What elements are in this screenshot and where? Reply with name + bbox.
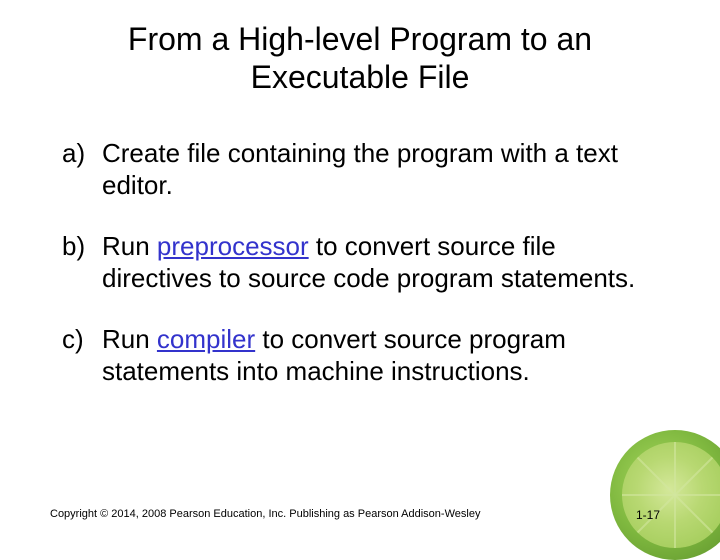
list-marker: a)	[60, 137, 102, 202]
text-part: Run	[102, 231, 157, 261]
text-part: Run	[102, 324, 157, 354]
link-text: compiler	[157, 324, 255, 354]
list-item-text: Run compiler to convert source program s…	[102, 323, 670, 388]
copyright-text: Copyright © 2014, 2008 Pearson Education…	[50, 508, 480, 520]
slide: From a High-level Program to an Executab…	[0, 0, 720, 540]
text-part: Create file containing the program with …	[102, 138, 618, 201]
slide-title: From a High-level Program to an Executab…	[50, 20, 670, 97]
content-list: a) Create file containing the program wi…	[50, 137, 670, 388]
footer: Copyright © 2014, 2008 Pearson Education…	[50, 504, 670, 522]
list-item-text: Run preprocessor to convert source file …	[102, 230, 670, 295]
lime-decoration-icon	[610, 430, 720, 560]
list-item-text: Create file containing the program with …	[102, 137, 670, 202]
list-item: a) Create file containing the program wi…	[60, 137, 670, 202]
link-text: preprocessor	[157, 231, 309, 261]
page-number: 1-17	[636, 508, 660, 522]
list-item: b) Run preprocessor to convert source fi…	[60, 230, 670, 295]
list-marker: c)	[60, 323, 102, 388]
list-marker: b)	[60, 230, 102, 295]
list-item: c) Run compiler to convert source progra…	[60, 323, 670, 388]
